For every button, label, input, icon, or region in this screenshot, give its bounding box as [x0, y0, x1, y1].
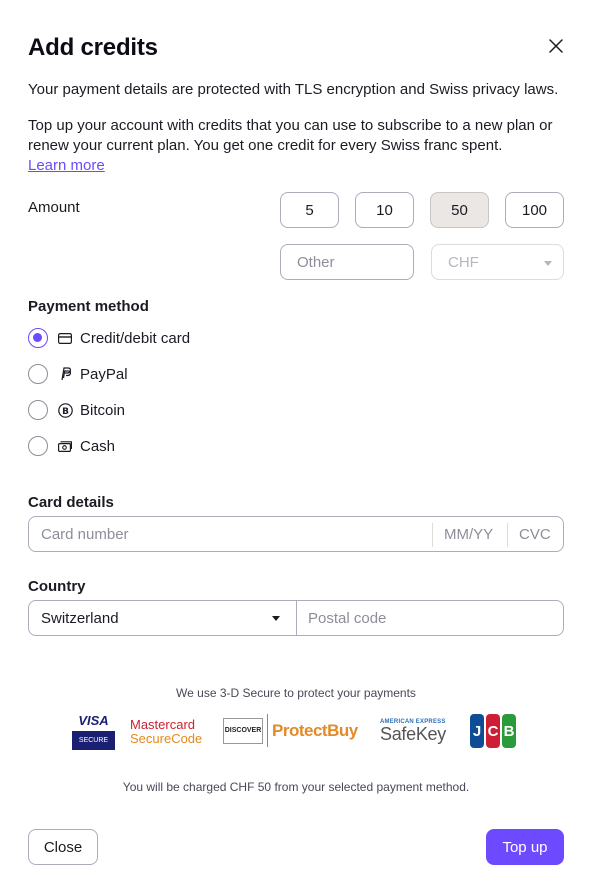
jcb-letter: J: [470, 714, 484, 748]
country-select[interactable]: Switzerland: [41, 610, 119, 627]
payment-method-heading: Payment method: [28, 298, 149, 315]
cash-icon: [57, 438, 73, 454]
chevron-down-icon[interactable]: [272, 616, 280, 621]
top-up-button[interactable]: Top up: [486, 829, 564, 865]
divider: [267, 714, 268, 747]
visa-secure-text: SECURE: [72, 731, 115, 750]
radio-paypal[interactable]: [28, 364, 48, 384]
visa-secure-logo: VISA SECURE: [72, 713, 115, 750]
security-text: Your payment details are protected with …: [28, 81, 559, 98]
divider: [507, 523, 508, 547]
card-details-field: Card number MM/YY CVC: [28, 516, 564, 552]
paypal-icon: [57, 366, 73, 382]
divider: [432, 523, 433, 547]
amount-label: Amount: [28, 199, 80, 216]
payment-option-card[interactable]: Credit/debit card: [28, 327, 190, 349]
payment-option-cash[interactable]: Cash: [28, 435, 115, 457]
charge-note: You will be charged CHF 50 from your sel…: [122, 780, 470, 794]
card-cvc-input[interactable]: CVC: [519, 526, 551, 543]
discover-protectbuy-logo: DISCOVER ProtectBuy: [223, 714, 358, 747]
payment-option-label: PayPal: [80, 365, 128, 383]
radio-card[interactable]: [28, 328, 48, 348]
jcb-letter: B: [502, 714, 516, 748]
payment-option-label: Credit/debit card: [80, 329, 191, 347]
visa-logo-text: VISA: [78, 713, 109, 728]
close-button[interactable]: Close: [28, 829, 98, 865]
payment-option-label: Bitcoin: [80, 401, 126, 419]
divider: [296, 601, 297, 635]
description-text: Top up your account with credits that yo…: [28, 117, 553, 154]
securecode-text: SecureCode: [130, 731, 203, 746]
payment-option-label: Cash: [80, 437, 116, 455]
credit-card-icon: [57, 330, 73, 346]
safekey-text: SafeKey: [380, 724, 446, 744]
card-expiry-input[interactable]: MM/YY: [444, 526, 493, 543]
jcb-logo: J C B: [470, 714, 516, 748]
close-icon[interactable]: [545, 35, 567, 57]
svg-text:B: B: [62, 407, 69, 417]
chevron-down-icon: [544, 261, 552, 266]
amex-safekey-logo: AMERICAN EXPRESS SafeKey: [380, 719, 446, 743]
country-heading: Country: [28, 578, 86, 595]
card-details-heading: Card details: [28, 494, 114, 511]
learn-more-link[interactable]: Learn more: [28, 156, 105, 176]
mastercard-securecode-logo: Mastercard SecureCode: [130, 718, 202, 746]
secure-note: We use 3-D Secure to protect your paymen…: [176, 686, 416, 700]
amount-option-10[interactable]: 10: [355, 192, 414, 228]
protectbuy-text: ProtectBuy: [272, 720, 358, 740]
country-field: Switzerland Postal code: [28, 600, 564, 636]
radio-bitcoin[interactable]: [28, 400, 48, 420]
card-number-input[interactable]: Card number: [41, 526, 129, 543]
bitcoin-icon: B: [57, 402, 73, 418]
amount-option-100[interactable]: 100: [505, 192, 564, 228]
amount-option-50[interactable]: 50: [430, 192, 489, 228]
currency-select[interactable]: CHF: [431, 244, 564, 280]
radio-cash[interactable]: [28, 436, 48, 456]
discover-text: DISCOVER: [223, 717, 263, 744]
jcb-letter: C: [486, 714, 500, 748]
amount-option-5[interactable]: 5: [280, 192, 339, 228]
dialog-title: Add credits: [28, 34, 158, 61]
other-amount-input[interactable]: Other: [280, 244, 414, 280]
currency-value: CHF: [448, 253, 479, 271]
payment-option-bitcoin[interactable]: B Bitcoin: [28, 399, 125, 421]
mastercard-text: Mastercard: [130, 717, 196, 732]
postal-code-input[interactable]: Postal code: [308, 610, 386, 627]
payment-option-paypal[interactable]: PayPal: [28, 363, 128, 385]
